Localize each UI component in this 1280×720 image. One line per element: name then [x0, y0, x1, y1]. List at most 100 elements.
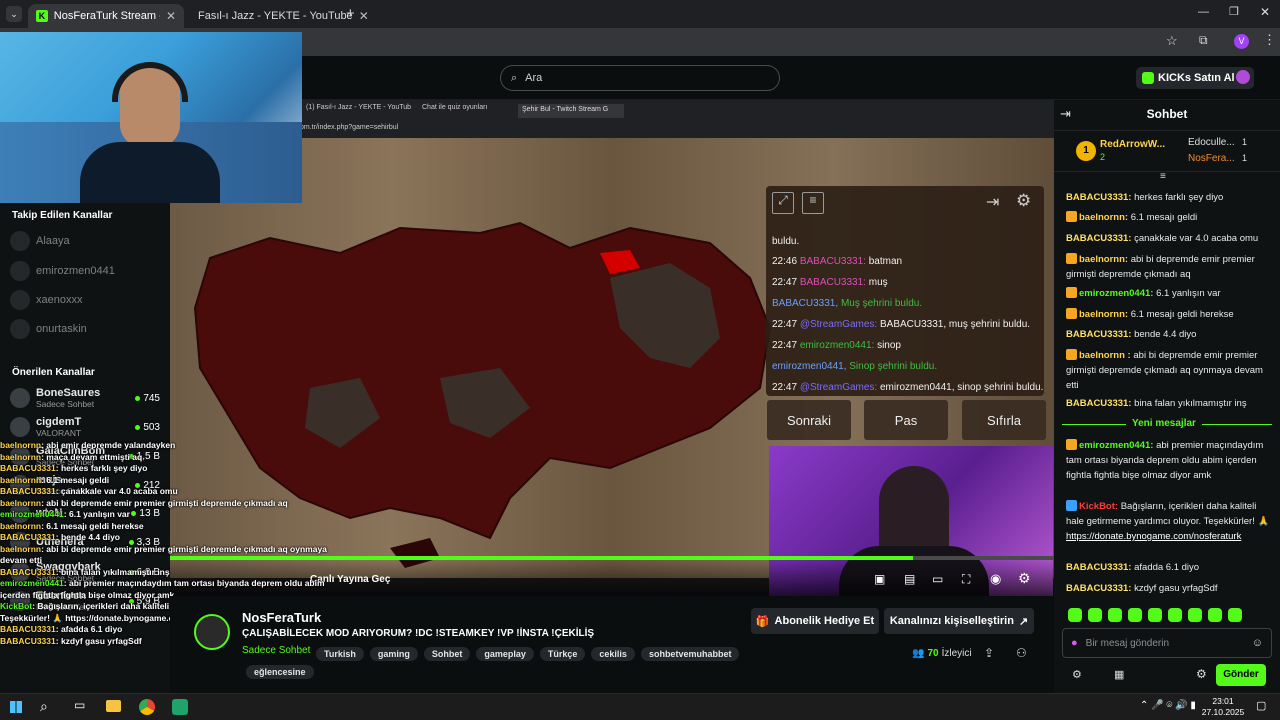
new-tab-icon[interactable]: + [346, 5, 355, 22]
chat-filter-icon[interactable]: ≡ [1160, 171, 1166, 182]
tag[interactable]: Turkish [316, 647, 364, 661]
fullscreen-icon[interactable]: ⛶ [962, 572, 970, 587]
settings-icon[interactable]: ⚙ [1018, 570, 1031, 587]
exit-icon[interactable]: ⇥ [986, 192, 999, 212]
customize-channel-button[interactable]: Kanalınızı kişiselleştirin ↗ [884, 608, 1034, 634]
miniplayer-icon[interactable]: ▭ [932, 572, 943, 586]
tag[interactable]: cekilis [591, 647, 635, 661]
following-item[interactable]: onurtaskin [10, 319, 87, 339]
chat-user[interactable]: BABACU3331: [1066, 329, 1131, 340]
chat-user[interactable]: baelnornn: [1079, 309, 1128, 320]
channel-avatar[interactable] [194, 614, 230, 650]
chat-user[interactable]: baelnornn : [1079, 350, 1131, 361]
pip-icon[interactable]: ▤ [904, 572, 915, 586]
kicks-label: KICKs Satın Al [1158, 72, 1235, 84]
close-window-icon[interactable]: ✕ [1260, 5, 1270, 19]
tag[interactable]: gaming [369, 647, 418, 661]
emoji-icon[interactable]: ☺ [1252, 637, 1263, 649]
chrome-icon[interactable] [139, 699, 155, 715]
minimize-icon[interactable]: — [1198, 6, 1209, 18]
emote-icon[interactable] [1108, 608, 1122, 622]
channel-name[interactable]: NosFeraTurk [242, 610, 321, 625]
chat-input[interactable]: ● Bir mesaj gönderin ☺ [1062, 628, 1272, 658]
mic-icon[interactable]: ● [1071, 637, 1078, 649]
leader-name[interactable]: RedArrowW... [1100, 139, 1165, 150]
channel-name: onurtaskin [36, 323, 87, 335]
tab-youtube[interactable]: Fasıl-ı Jazz - YEKTE - YouTube ✕ [184, 4, 369, 28]
store-icon[interactable]: ▦ [1114, 668, 1124, 681]
browser-menu-icon[interactable]: ⋮ [1263, 32, 1276, 48]
emote-icon[interactable] [1128, 608, 1142, 622]
tag[interactable]: gameplay [476, 647, 534, 661]
chat-user[interactable]: KickBot: [1079, 501, 1118, 512]
profile-avatar-icon[interactable]: V [1234, 34, 1249, 49]
chat-user[interactable]: BABACU3331: [1066, 583, 1131, 594]
leader-name[interactable]: Edoculle... [1188, 137, 1235, 148]
pass-button[interactable]: Pas [864, 400, 948, 440]
emote-icon[interactable] [1148, 608, 1162, 622]
chat-user[interactable]: emirozmen0441: [1079, 440, 1153, 451]
chat-message: BABACU3331: kzdyf gasu yrfagSdf [1066, 581, 1272, 596]
emote-icon[interactable] [1168, 608, 1182, 622]
search-icon[interactable]: ⌕ [40, 698, 48, 715]
play-icon[interactable]: ◉ [990, 571, 1001, 587]
app-icon[interactable] [172, 699, 188, 715]
search-input[interactable]: ⌕ Ara [500, 65, 780, 91]
tag[interactable]: eğlencesine [246, 665, 314, 679]
leader-name[interactable]: NosFera... [1188, 153, 1235, 164]
emote-icon[interactable] [1068, 608, 1082, 622]
next-button[interactable]: Sonraki [767, 400, 851, 440]
clock-date[interactable]: 27.10.2025 [1200, 707, 1246, 717]
close-tab-icon[interactable]: ✕ [166, 9, 176, 23]
subscriber-badge-icon [1066, 349, 1077, 360]
stream-category[interactable]: Sadece Sohbet [242, 645, 310, 656]
clock-time[interactable]: 23:01 [1210, 696, 1236, 706]
close-tab-icon[interactable]: ✕ [359, 9, 369, 23]
extensions-icon[interactable]: ⧉ [1199, 33, 1208, 48]
share-icon[interactable]: ⇪ [984, 646, 994, 660]
tab-list-button[interactable]: ⌄ [6, 6, 22, 22]
follow-icon[interactable]: ⚇ [1016, 646, 1027, 660]
chat-message: emirozmen0441: 6.1 yanlışın var [1066, 286, 1272, 301]
settings-icon[interactable]: ⚙ [1196, 667, 1207, 681]
quiz-message: 22:47 @StreamGames: emirozmen0441, sinop… [772, 382, 1043, 393]
chat-options-icon[interactable]: ⚙ [1072, 668, 1082, 681]
settings-icon[interactable]: ⚙ [1016, 191, 1031, 211]
chat-user[interactable]: emirozmen0441: [1079, 288, 1153, 299]
bookmark-star-icon[interactable]: ☆ [1166, 33, 1178, 49]
maximize-icon[interactable]: ❐ [1229, 5, 1239, 18]
emote-icon[interactable] [1088, 608, 1102, 622]
chat-user[interactable]: BABACU3331: [1066, 233, 1131, 244]
user-avatar[interactable] [1236, 70, 1250, 84]
tag[interactable]: sohbetvemuhabbet [640, 647, 740, 661]
gift-sub-button[interactable]: 🎁 Abonelik Hediye Et [751, 608, 879, 634]
chat-text: 6.1 mesajı geldi [1130, 212, 1198, 223]
notifications-icon[interactable]: ▢ [1256, 699, 1266, 712]
chat-user[interactable]: BABACU3331: [1066, 562, 1131, 573]
fullscreen-icon[interactable]: ⤢ [772, 192, 794, 214]
tag[interactable]: Türkçe [539, 647, 586, 661]
following-item[interactable]: emirozmen0441 [10, 261, 115, 281]
tab-kick-stream[interactable]: K NosFeraTurk Stream - Watch Li ✕ [28, 4, 184, 28]
tray-icons[interactable]: ⌃ 🎤 ⌾ 🔊 ▮ [1140, 700, 1196, 711]
windows-start-icon[interactable] [10, 701, 22, 713]
task-view-icon[interactable]: ▭ [74, 698, 85, 712]
chat-user[interactable]: BABACU3331: [1066, 192, 1131, 203]
emote-icon[interactable] [1208, 608, 1222, 622]
following-item[interactable]: Alaaya [10, 231, 70, 251]
send-button[interactable]: Gönder [1216, 664, 1266, 686]
theater-icon[interactable]: ▣ [874, 572, 885, 586]
overlay-message: baelnornn: abi bi depremde emir premier … [0, 543, 327, 566]
chat-user[interactable]: BABACU3331: [1066, 398, 1131, 409]
emote-icon[interactable] [1188, 608, 1202, 622]
reset-button[interactable]: Sıfırla [962, 400, 1046, 440]
overlay-text: bina falan yıkılmamıştır inş [60, 566, 170, 577]
emote-icon[interactable] [1228, 608, 1242, 622]
file-explorer-icon[interactable] [106, 700, 121, 712]
donate-link[interactable]: https://donate.bynogame.com/nosferaturk [1066, 531, 1241, 542]
list-icon[interactable]: ≡ [802, 192, 824, 214]
chat-user[interactable]: baelnornn: [1079, 254, 1128, 265]
following-item[interactable]: xaenoxxx [10, 290, 82, 310]
tag[interactable]: Sohbet [423, 647, 471, 661]
chat-user[interactable]: baelnornn: [1079, 212, 1128, 223]
